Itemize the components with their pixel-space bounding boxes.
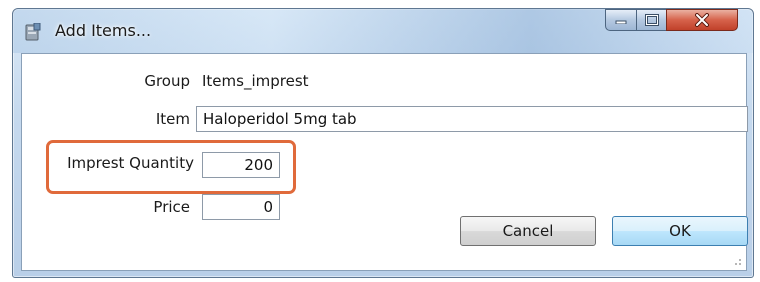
price-field[interactable]: 0 xyxy=(202,194,280,220)
dialog-body: Group Items_imprest Item Haloperidol 5mg… xyxy=(21,53,748,271)
add-items-dialog: Add Items... Group Items_imprest Item Ha… xyxy=(12,8,754,278)
quantity-field-value: 200 xyxy=(244,156,273,174)
app-icon xyxy=(25,23,41,41)
item-field-value: Haloperidol 5mg tab xyxy=(203,110,357,128)
group-value: Items_imprest xyxy=(202,72,309,90)
price-label: Price xyxy=(153,198,190,216)
title-bar[interactable]: Add Items... xyxy=(13,9,753,53)
minimize-icon xyxy=(615,20,627,24)
maximize-button[interactable] xyxy=(636,9,667,31)
minimize-button[interactable] xyxy=(605,9,637,31)
cancel-button[interactable]: Cancel xyxy=(460,216,596,246)
maximize-icon xyxy=(644,14,659,26)
group-label: Group xyxy=(144,72,190,90)
item-field[interactable]: Haloperidol 5mg tab xyxy=(196,106,748,132)
close-icon xyxy=(695,13,709,27)
quantity-label: Imprest Quantity xyxy=(67,154,194,172)
item-label: Item xyxy=(155,110,190,128)
window-title: Add Items... xyxy=(55,21,152,40)
price-field-value: 0 xyxy=(263,198,273,216)
close-button[interactable] xyxy=(666,9,738,31)
quantity-field[interactable]: 200 xyxy=(202,152,280,178)
resize-grip-icon[interactable] xyxy=(732,256,742,266)
ok-button[interactable]: OK xyxy=(612,216,748,246)
